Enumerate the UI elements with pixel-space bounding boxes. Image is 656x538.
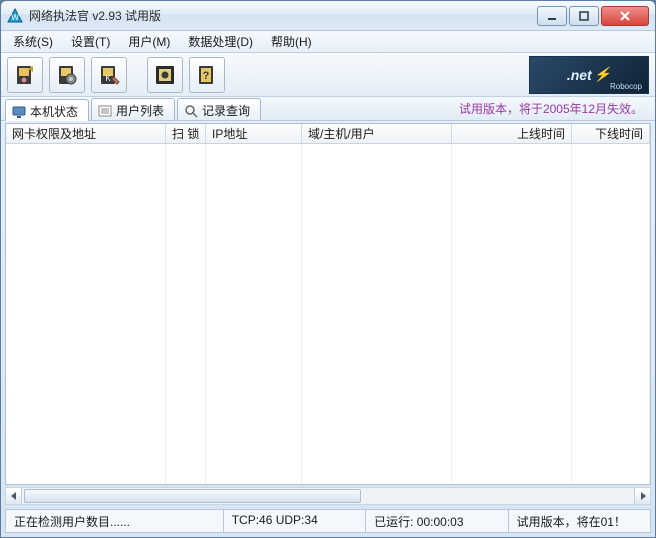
horizontal-scrollbar[interactable] [5, 487, 651, 505]
tab-label: 本机状态 [30, 103, 78, 120]
titlebar[interactable]: W 网络执法官 v2.93 试用版 [1, 1, 655, 31]
tab-label: 记录查询 [202, 102, 250, 119]
brand-sub-text: Robocop [610, 82, 642, 91]
brand-net-text: .net [567, 67, 592, 83]
grid-header: 网卡权限及地址 扫 锁 IP地址 域/主机/用户 上线时间 下线时间 [6, 124, 650, 144]
tab-user-list[interactable]: 用户列表 [91, 98, 175, 120]
menubar: 系统(S) 设置(T) 用户(M) 数据处理(D) 帮助(H) [1, 31, 655, 53]
toolbar-btn-help[interactable]: ? [189, 57, 225, 93]
maximize-button[interactable] [569, 6, 599, 26]
bolt-icon: ⚡ [594, 66, 611, 83]
grid-body[interactable] [6, 144, 650, 484]
brand-logo: .net⚡ Robocop [529, 56, 649, 94]
scroll-track[interactable] [22, 488, 634, 504]
status-detecting: 正在检测用户数目...... [5, 509, 224, 533]
search-icon [184, 104, 198, 118]
col-online-time[interactable]: 上线时间 [452, 124, 572, 143]
scroll-right-button[interactable] [634, 488, 650, 504]
window-title: 网络执法官 v2.93 试用版 [29, 7, 537, 24]
toolbar: K ? .net⚡ Robocop [1, 53, 655, 97]
app-icon: W [7, 8, 23, 24]
status-trial-tail: 试用版本，将在01！ [509, 509, 651, 533]
col-offline-time[interactable]: 下线时间 [572, 124, 650, 143]
close-button[interactable] [601, 6, 649, 26]
tab-label: 用户列表 [116, 102, 164, 119]
scroll-thumb[interactable] [24, 489, 361, 503]
minimize-button[interactable] [537, 6, 567, 26]
svg-text:?: ? [203, 70, 210, 82]
menu-user[interactable]: 用户(M) [120, 31, 178, 52]
app-window: W 网络执法官 v2.93 试用版 系统(S) 设置(T) 用户(M) 数据处理… [0, 0, 656, 538]
toolbar-btn-2[interactable] [49, 57, 85, 93]
col-domain-host-user[interactable]: 域/主机/用户 [302, 124, 452, 143]
menu-help[interactable]: 帮助(H) [263, 31, 320, 52]
list-icon [98, 104, 112, 118]
col-card-perm-addr[interactable]: 网卡权限及地址 [6, 124, 166, 143]
window-controls [537, 6, 649, 26]
status-bar: 正在检测用户数目...... TCP:46 UDP:34 已运行: 00:00:… [5, 509, 651, 533]
trial-notice: 试用版本，将于2005年12月失效。 [459, 100, 651, 117]
monitor-icon [12, 105, 26, 119]
scroll-left-button[interactable] [6, 488, 22, 504]
tab-record-query[interactable]: 记录查询 [177, 98, 261, 120]
col-ip-addr[interactable]: IP地址 [206, 124, 302, 143]
data-grid: 网卡权限及地址 扫 锁 IP地址 域/主机/用户 上线时间 下线时间 [5, 123, 651, 485]
svg-text:W: W [11, 13, 19, 22]
svg-text:K: K [105, 74, 111, 83]
menu-system[interactable]: 系统(S) [5, 31, 61, 52]
menu-settings[interactable]: 设置(T) [63, 31, 118, 52]
status-ports: TCP:46 UDP:34 [224, 509, 366, 533]
toolbar-btn-4[interactable] [147, 57, 183, 93]
tab-bar: 本机状态 用户列表 记录查询 试用版本，将于2005年12月失效。 [1, 97, 655, 121]
status-uptime: 已运行: 00:00:03 [366, 509, 508, 533]
col-scan-lock[interactable]: 扫 锁 [166, 124, 206, 143]
tab-host-status[interactable]: 本机状态 [5, 99, 89, 121]
menu-data[interactable]: 数据处理(D) [180, 31, 261, 52]
toolbar-btn-3[interactable]: K [91, 57, 127, 93]
toolbar-btn-1[interactable] [7, 57, 43, 93]
